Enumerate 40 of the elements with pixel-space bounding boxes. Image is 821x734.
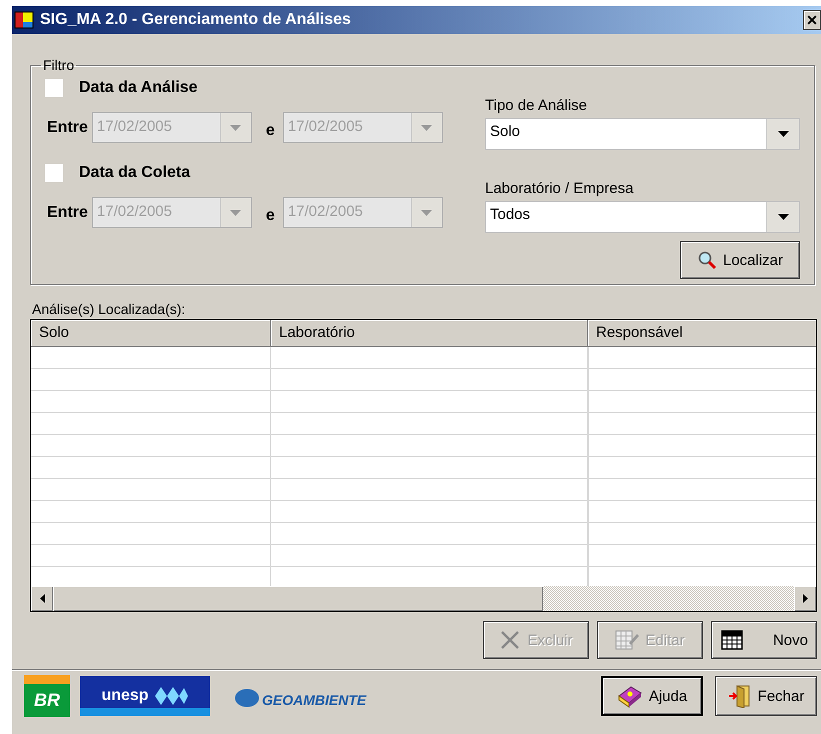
column-header[interactable]: Responsável: [588, 320, 816, 347]
help-button[interactable]: Ajuda: [601, 676, 703, 716]
checkbox-label: Data da Análise: [79, 79, 198, 97]
range-label: Entre: [47, 118, 88, 136]
caret-icon: [230, 124, 242, 130]
book-icon: [616, 684, 643, 708]
caret-icon: [421, 124, 432, 130]
left-arrow-icon: [40, 594, 44, 603]
close-button[interactable]: ×: [803, 10, 821, 30]
close-button[interactable]: Fechar: [715, 676, 817, 716]
table-pencil-icon: [615, 629, 640, 651]
window-title: SIG_MA 2.0 - Gerenciamento de Análises: [40, 11, 352, 29]
right-arrow-icon: [802, 594, 808, 603]
column-header[interactable]: Laboratório: [271, 320, 588, 347]
caret-icon: [230, 210, 242, 216]
search-icon: [696, 250, 717, 270]
field-label: Laboratório / Empresa: [485, 180, 634, 199]
results-label: Análise(s) Localizada(s):: [32, 301, 186, 318]
caret-icon: [421, 210, 432, 216]
caret-icon: [778, 131, 788, 137]
field-label: Tipo de Análise: [485, 97, 588, 116]
new-button[interactable]: Novo: [711, 621, 817, 659]
door-icon: [728, 684, 752, 708]
checkbox-label: Data da Coleta: [79, 164, 190, 182]
br-logo: BR: [24, 675, 70, 717]
unesp-logo: unesp: [80, 676, 210, 716]
range-label: e: [266, 120, 275, 140]
dropdown[interactable]: Todos: [485, 201, 800, 233]
range-label: Entre: [47, 204, 88, 222]
horizontal-scrollbar[interactable]: [31, 586, 816, 611]
grid-icon: [720, 629, 744, 651]
dropdown[interactable]: Solo: [485, 118, 800, 150]
geoambiente-logo: GEOAMBIENTE: [234, 676, 366, 716]
search-button[interactable]: Localizar: [680, 241, 800, 279]
caret-icon: [778, 214, 788, 220]
x-icon: [499, 629, 522, 651]
range-label: e: [266, 206, 275, 224]
column-header[interactable]: Solo: [31, 320, 271, 347]
app-icon: [14, 10, 34, 30]
group-title: Filtro: [42, 57, 76, 73]
